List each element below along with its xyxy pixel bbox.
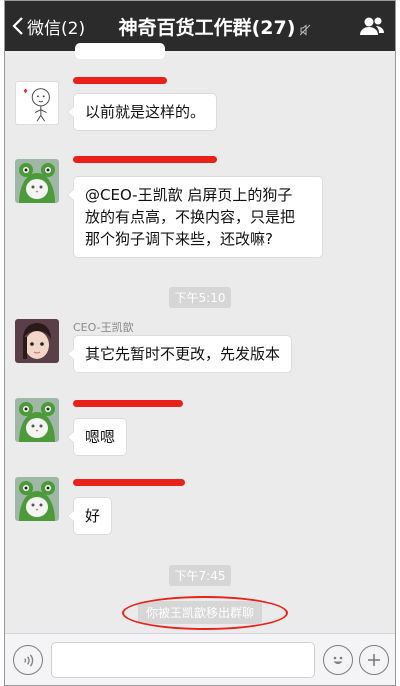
timestamp-label: 下午5:10 — [168, 287, 232, 308]
emoji-icon[interactable] — [323, 645, 353, 675]
timestamp: 下午5:10 — [5, 287, 395, 308]
chat-window: 微信(2) 神奇百货工作群(27) 以前就是这样的。 @CEO-王凯歆 启屏页上… — [4, 0, 396, 686]
redacted-sender-name — [73, 156, 217, 163]
message-list: 以前就是这样的。 @CEO-王凯歆 启屏页上的狗子 放的有点高，不换内容，只是把… — [5, 43, 395, 633]
message-text: 其它先暂时不更改，先发版本 — [85, 345, 281, 363]
group-members-icon[interactable] — [359, 15, 385, 37]
timestamp: 下午7:45 — [5, 565, 395, 586]
redacted-sender-name — [73, 77, 167, 84]
avatar[interactable] — [15, 319, 59, 363]
message-text: 好 — [85, 507, 101, 525]
avatar[interactable] — [15, 159, 59, 203]
message-text: 以前就是这样的。 — [85, 103, 206, 121]
previous-bubble-fragment — [75, 43, 165, 59]
redacted-sender-name — [73, 479, 185, 486]
message-text: 嗯嗯 — [85, 428, 116, 446]
avatar[interactable] — [15, 81, 59, 125]
nav-bar: 微信(2) 神奇百货工作群(27) — [5, 1, 395, 51]
message-bubble[interactable]: 以前就是这样的。 — [66, 93, 218, 131]
message-input[interactable] — [51, 642, 315, 678]
message-line: @CEO-王凯歆 启屏页上的狗子 — [85, 186, 293, 204]
plus-icon[interactable] — [359, 645, 389, 675]
message-bubble[interactable]: 嗯嗯 — [66, 418, 128, 456]
annotation-circle — [122, 596, 288, 630]
chat-title-wrap: 神奇百货工作群(27) — [5, 1, 395, 51]
chat-title: 神奇百货工作群(27) — [118, 16, 296, 39]
message-bubble[interactable]: 好 — [66, 497, 113, 535]
voice-icon[interactable] — [13, 645, 43, 675]
message-bubble[interactable]: @CEO-王凯歆 启屏页上的狗子 放的有点高，不换内容，只是把 那个狗子调下来些… — [67, 176, 323, 258]
mute-icon — [299, 16, 311, 36]
timestamp-label: 下午7:45 — [168, 565, 232, 586]
message-bubble[interactable]: 其它先暂时不更改，先发版本 — [66, 335, 293, 373]
avatar[interactable] — [15, 398, 59, 442]
avatar[interactable] — [15, 477, 59, 521]
redacted-sender-name — [73, 400, 183, 407]
input-bar — [5, 633, 395, 685]
sender-name: CEO-王凯歆 — [73, 321, 134, 334]
message-line: 放的有点高，不换内容，只是把 — [85, 208, 296, 226]
message-line: 那个狗子调下来些，还改嘛? — [85, 230, 273, 248]
